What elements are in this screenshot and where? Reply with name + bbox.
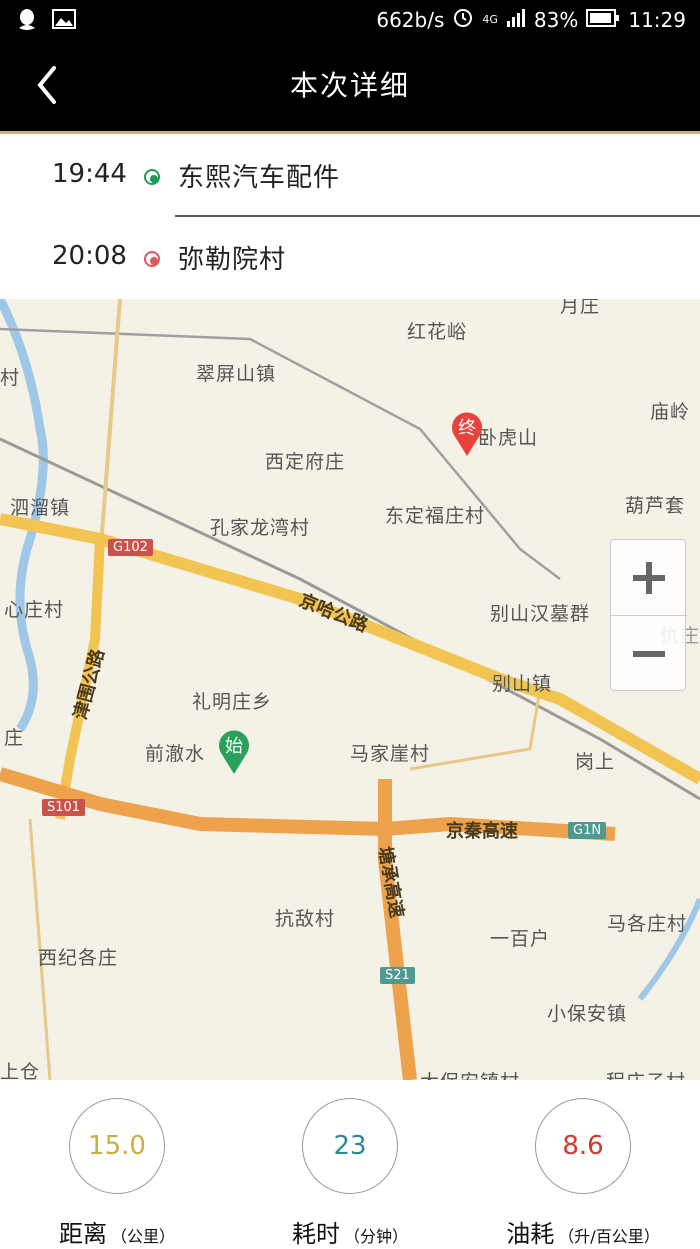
qq-icon bbox=[16, 8, 38, 36]
duration-value: 23 bbox=[302, 1098, 398, 1194]
duration-unit: （分钟） bbox=[343, 1227, 408, 1246]
map-label: 小保安镇 bbox=[547, 1003, 628, 1025]
map-label: 泗溜镇 bbox=[10, 497, 71, 519]
road-shield-g102: G102 bbox=[108, 539, 153, 556]
start-marker-icon[interactable]: 始 bbox=[217, 729, 251, 775]
alarm-icon bbox=[452, 6, 474, 33]
fuel-unit: （升/百公里） bbox=[558, 1227, 660, 1246]
distance-unit: （公里） bbox=[110, 1227, 175, 1246]
map-label: 葫芦套 bbox=[625, 495, 686, 517]
map-label: 村 bbox=[0, 367, 21, 389]
road-shield-s101: S101 bbox=[42, 799, 86, 816]
map-label: 庄 bbox=[4, 727, 25, 749]
map-label: 西纪各庄 bbox=[38, 947, 119, 969]
start-dot-icon bbox=[144, 169, 160, 185]
map-label: 翠屏山镇 bbox=[196, 363, 277, 385]
network-type: 4G bbox=[482, 13, 498, 26]
battery-icon bbox=[586, 8, 620, 32]
map-label: 礼明庄乡 bbox=[192, 691, 273, 713]
map-label: 前澈水 bbox=[145, 743, 206, 765]
image-icon bbox=[52, 8, 76, 36]
map-label: 东定福庄村 bbox=[385, 505, 486, 527]
map-label: 卧虎山 bbox=[478, 427, 539, 449]
road-jingqin bbox=[0, 767, 616, 841]
map-label: 上仓 bbox=[0, 1061, 41, 1080]
title-bar: 本次详细 bbox=[0, 42, 700, 134]
trip-stats: 15.0 距离 （公里） 23 耗时 （分钟） 8.6 油耗 （升/百公里） bbox=[0, 1080, 700, 1248]
minus-icon bbox=[633, 651, 665, 657]
map-label: 孔家龙湾村 bbox=[210, 517, 311, 539]
road-shield-g1n: G1N bbox=[568, 822, 607, 839]
start-time: 19:44 bbox=[52, 159, 127, 189]
map-label: 西定府庄 bbox=[265, 451, 346, 473]
map-label: 月庄 bbox=[560, 299, 601, 317]
zoom-in-button[interactable] bbox=[611, 540, 687, 616]
route-divider bbox=[175, 215, 700, 217]
map-label: 心庄村 bbox=[4, 599, 65, 621]
battery-percent: 83% bbox=[533, 7, 579, 32]
end-marker-icon[interactable]: 终 bbox=[450, 411, 484, 457]
map-label: 马家崖村 bbox=[350, 743, 431, 765]
end-dot-icon bbox=[144, 251, 160, 267]
route-map[interactable]: 红花峪 翠屏山镇 庙岭 卧虎山 西定府庄 泗溜镇 东定福庄村 葫芦套 孔家龙湾村… bbox=[0, 299, 700, 1080]
stat-fuel: 8.6 油耗 （升/百公里） bbox=[473, 1098, 693, 1248]
map-label: 岗上 bbox=[575, 751, 616, 773]
road-shield-s21: S21 bbox=[380, 967, 415, 984]
route-end-row: 20:08 弥勒院村 bbox=[0, 219, 700, 299]
map-label: 别山镇 bbox=[492, 673, 553, 695]
status-bar: 662b/s 4G 83% 11:29 bbox=[0, 0, 700, 42]
fuel-value: 8.6 bbox=[535, 1098, 631, 1194]
route-start-row: 19:44 东熙汽车配件 bbox=[0, 137, 700, 217]
map-label: 一百户 bbox=[490, 928, 551, 950]
road-label: 京秦高速 bbox=[446, 821, 518, 842]
map-label: 程庄子村 bbox=[606, 1067, 686, 1080]
zoom-out-button[interactable] bbox=[611, 616, 687, 692]
end-marker-label: 终 bbox=[458, 418, 476, 439]
map-label: 红花峪 bbox=[407, 321, 468, 343]
end-time: 20:08 bbox=[52, 241, 127, 271]
zoom-control bbox=[610, 539, 687, 692]
map-label: 别山汉墓群 bbox=[490, 603, 591, 625]
stat-duration: 23 耗时 （分钟） bbox=[240, 1098, 460, 1248]
start-place: 东熙汽车配件 bbox=[178, 163, 341, 193]
start-marker-label: 始 bbox=[225, 736, 243, 757]
plus-icon bbox=[633, 562, 665, 594]
route-summary: 19:44 东熙汽车配件 20:08 弥勒院村 bbox=[0, 137, 700, 299]
map-label: 庙岭 bbox=[650, 401, 691, 423]
network-speed: 662b/s bbox=[376, 7, 445, 32]
clock: 11:29 bbox=[628, 7, 686, 32]
map-label: 马各庄村 bbox=[607, 913, 688, 935]
signal-icon bbox=[506, 8, 526, 32]
distance-value: 15.0 bbox=[69, 1098, 165, 1194]
minor-road-3 bbox=[98, 299, 122, 560]
map-label: 大保安镇村 bbox=[420, 1067, 520, 1080]
stat-distance: 15.0 距离 （公里） bbox=[7, 1098, 227, 1248]
map-label: 抗敌村 bbox=[275, 908, 336, 930]
page-title: 本次详细 bbox=[289, 69, 410, 102]
end-place: 弥勒院村 bbox=[178, 245, 287, 275]
